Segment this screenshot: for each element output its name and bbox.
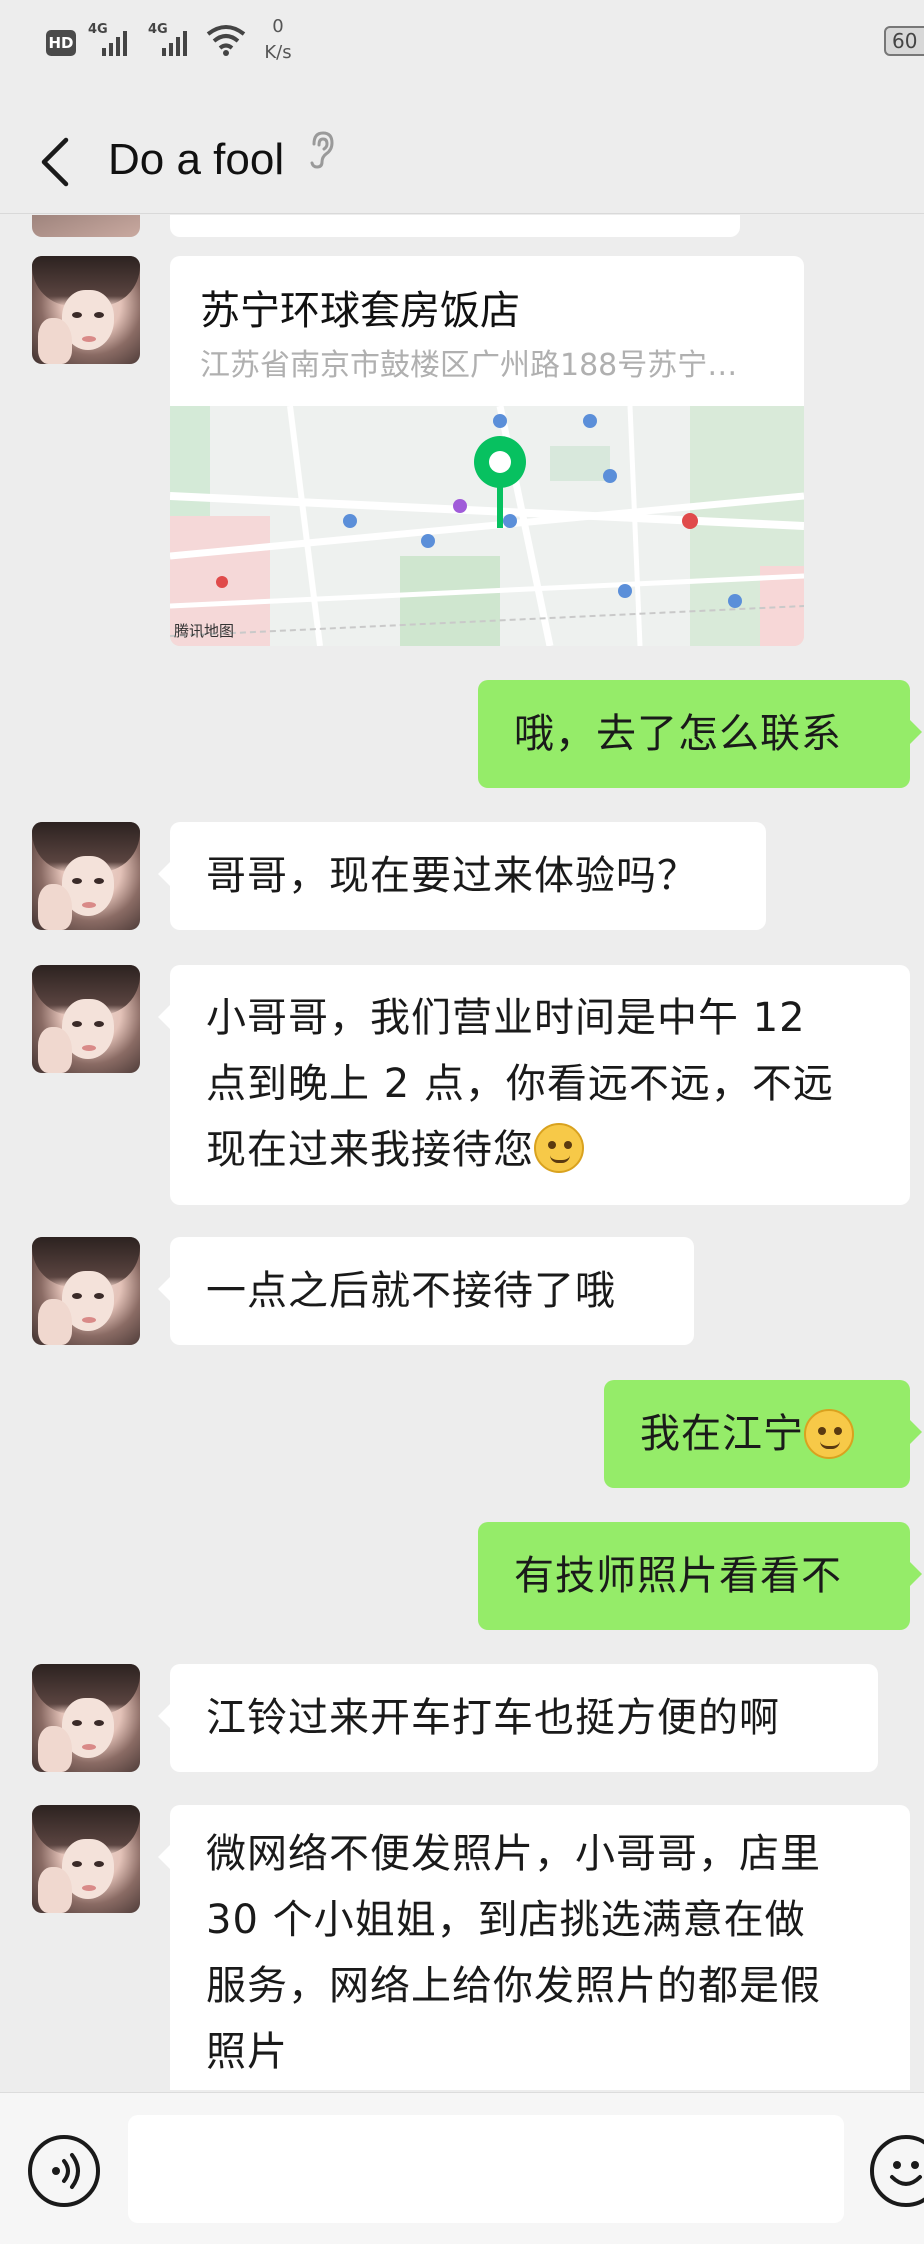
avatar[interactable]: [32, 822, 140, 930]
avatar[interactable]: [32, 965, 140, 1073]
message-bubble-received[interactable]: 哥哥，现在要过来体验吗？: [158, 822, 766, 930]
map-preview[interactable]: 腾讯地图: [170, 405, 804, 646]
emoji-button[interactable]: [870, 2135, 924, 2207]
emoji-icon: [890, 2161, 922, 2186]
voice-icon: [52, 2153, 80, 2189]
avatar[interactable]: [32, 215, 140, 237]
message-list[interactable]: 苏宁环球套房饭店 江苏省南京市鼓楼区广州路188号苏宁… 腾讯地图 哦，去了怎么…: [0, 215, 924, 2090]
message-bubble-sent[interactable]: 我在江宁: [604, 1380, 922, 1488]
avatar[interactable]: [32, 1664, 140, 1772]
status-bar: HD 4G 4G 0 K/s 60: [0, 0, 924, 110]
message-bubble-received[interactable]: 小哥哥，我们营业时间是中午 12 点到晚上 2 点，你看远不远，不远 现在过来我…: [158, 965, 910, 1205]
message-bubble-partial: [170, 215, 740, 237]
ear-icon: [310, 131, 334, 169]
location-name: 苏宁环球套房饭店: [200, 288, 520, 334]
message-bubble-received[interactable]: 江铃过来开车打车也挺方便的啊: [158, 1664, 878, 1772]
crying-laughing-emoji-icon: [804, 1409, 854, 1459]
avatar[interactable]: [32, 1237, 140, 1345]
message-bubble-sent[interactable]: 有技师照片看看不: [478, 1522, 922, 1630]
avatar[interactable]: [32, 256, 140, 364]
input-bar: [0, 2092, 924, 2244]
message-bubble-sent[interactable]: 哦，去了怎么联系: [478, 680, 922, 788]
message-input[interactable]: [128, 2115, 844, 2223]
wifi-icon: [206, 25, 246, 56]
location-address: 江苏省南京市鼓楼区广州路188号苏宁…: [200, 348, 738, 383]
battery-indicator: 60: [884, 26, 924, 56]
chat-title: Do a fool: [108, 135, 285, 184]
map-pin-icon: [474, 436, 526, 528]
back-arrow-icon[interactable]: [36, 136, 76, 188]
chat-header: Do a fool: [0, 110, 924, 214]
location-card[interactable]: 苏宁环球套房饭店 江苏省南京市鼓楼区广州路188号苏宁… 腾讯地图: [170, 256, 804, 646]
avatar[interactable]: [32, 1805, 140, 1913]
message-bubble-received[interactable]: 一点之后就不接待了哦: [158, 1237, 694, 1345]
hd-badge: HD: [46, 30, 76, 56]
voice-input-button[interactable]: [28, 2135, 100, 2207]
message-bubble-received[interactable]: 微网络不便发照片，小哥哥，店里 30 个小姐姐，到店挑选满意在做 服务，网络上给…: [158, 1805, 910, 2090]
network-speed: 0 K/s: [264, 16, 292, 63]
map-provider-label: 腾讯地图: [174, 622, 235, 640]
thinking-emoji-icon: [534, 1123, 584, 1173]
